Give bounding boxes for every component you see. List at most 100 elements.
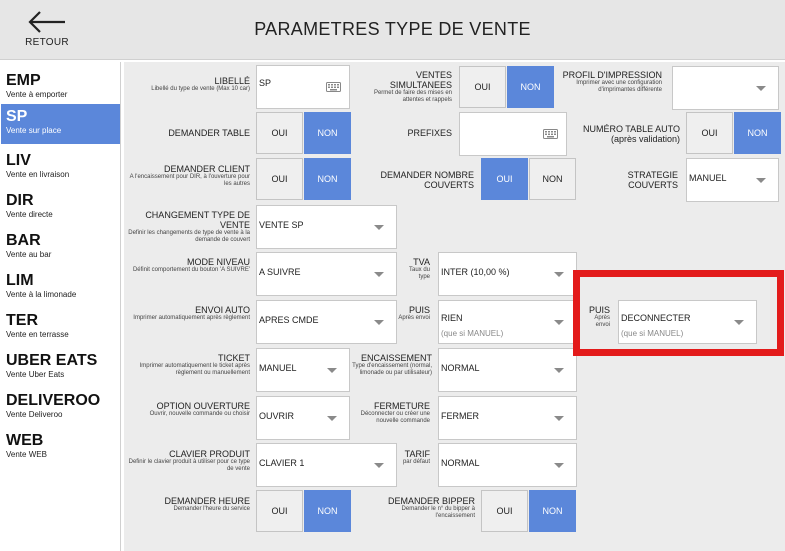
fermeture-desc: Déconnecter ou créer une nouvelle comman… — [360, 411, 430, 424]
profil-impression-label: PROFIL D'IMPRESSION Imprimer avec une co… — [560, 70, 662, 94]
changement-type-vente-value: VENTE SP — [259, 220, 304, 230]
chevron-down-icon — [554, 463, 564, 468]
sidebar-item-deliveroo[interactable]: DELIVEROO Vente Deliveroo — [1, 388, 120, 428]
ventes-simultanees-oui-button[interactable]: OUI — [459, 66, 506, 108]
puis-hint: (que si MANUEL) — [441, 329, 504, 338]
ticket-select[interactable]: MANUEL — [256, 348, 350, 392]
mode-niveau-value: A SUIVRE — [259, 267, 301, 277]
prefixes-input[interactable] — [459, 112, 567, 156]
page-title: PARAMETRES TYPE DE VENTE — [254, 19, 531, 39]
encaissement-select[interactable]: NORMAL — [438, 348, 577, 392]
fermeture-label: FERMETURE Déconnecter ou créer une nouve… — [360, 401, 430, 425]
demander-heure-non-button[interactable]: NON — [304, 490, 351, 532]
header-bar: RETOUR PARAMETRES TYPE DE VENTE — [0, 0, 785, 60]
ventes-simultanees-label: VENTES SIMULTANEES Permet de faire des m… — [352, 70, 452, 104]
mode-niveau-select[interactable]: A SUIVRE — [256, 252, 397, 296]
sidebar-item-sp[interactable]: SP Vente sur place — [1, 104, 120, 144]
demander-nombre-couverts-oui-button[interactable]: OUI — [481, 158, 528, 200]
libelle-input[interactable]: SP — [256, 65, 350, 109]
sidebar-item-label: Vente à la limonade — [6, 290, 77, 299]
tarif-select[interactable]: NORMAL — [438, 443, 577, 487]
chevron-down-icon — [554, 320, 564, 325]
sidebar-item-label: Vente en livraison — [6, 170, 70, 179]
mode-niveau-desc: Définit comportement du bouton 'A SUIVRE… — [132, 267, 250, 273]
envoi-auto-select[interactable]: APRES CMDE — [256, 300, 397, 344]
sidebar-item-code: WEB — [6, 432, 44, 449]
changement-type-vente-select[interactable]: VENTE SP — [256, 205, 397, 249]
mode-niveau-title: MODE NIVEAU — [186, 257, 250, 267]
fermeture-title: FERMETURE — [374, 401, 430, 411]
ventes-simultanees-non-button[interactable]: NON — [507, 66, 554, 108]
sidebar-item-uber-eats[interactable]: UBER EATS Vente Uber Eats — [1, 348, 120, 388]
demander-nombre-couverts-non-button[interactable]: NON — [529, 158, 576, 200]
sidebar-item-liv[interactable]: LIV Vente en livraison — [1, 148, 120, 188]
sidebar-item-code: TER — [6, 312, 38, 329]
sidebar-item-label: Vente sur place — [6, 126, 62, 135]
sidebar-item-label: Vente Deliveroo — [6, 410, 63, 419]
demander-client-oui-button[interactable]: OUI — [256, 158, 303, 200]
sidebar-item-label: Vente en terrasse — [6, 330, 69, 339]
sidebar-item-dir[interactable]: DIR Vente directe — [1, 188, 120, 228]
tva-select[interactable]: INTER (10,00 %) — [438, 252, 577, 296]
chevron-down-icon — [327, 368, 337, 373]
sidebar-item-lim[interactable]: LIM Vente à la limonade — [1, 268, 120, 308]
puis-select[interactable]: RIEN (que si MANUEL) — [438, 300, 577, 344]
keyboard-icon — [543, 129, 558, 139]
puis-desc: Après envoi — [398, 315, 430, 321]
chevron-down-icon — [374, 225, 384, 230]
sidebar-item-code: LIM — [6, 272, 34, 289]
envoi-auto-label: ENVOI AUTO Imprimer automatiquement aprè… — [126, 305, 250, 322]
puis-label: PUIS Après envoi — [398, 305, 430, 322]
numero-table-auto-desc: (après validation) — [610, 134, 680, 144]
sidebar-item-code: DELIVEROO — [6, 392, 101, 409]
demander-heure-oui-button[interactable]: OUI — [256, 490, 303, 532]
chevron-down-icon — [554, 272, 564, 277]
sidebar-item-label: Vente WEB — [6, 450, 47, 459]
numero-table-auto-title: NUMÉRO TABLE AUTO — [582, 124, 680, 134]
tva-label: TVA Taux du type — [398, 257, 430, 281]
demander-bipper-oui-button[interactable]: OUI — [481, 490, 528, 532]
libelle-value: SP — [259, 78, 272, 88]
envoi-auto-value: APRES CMDE — [259, 315, 319, 325]
changement-type-vente-label: CHANGEMENT TYPE DE VENTE Definir les cha… — [126, 210, 250, 244]
clavier-produit-select[interactable]: CLAVIER 1 — [256, 443, 397, 487]
sales-type-sidebar: EMP Vente à emporter SP Vente sur place … — [0, 62, 121, 551]
sidebar-item-ter[interactable]: TER Vente en terrasse — [1, 308, 120, 348]
ticket-value: MANUEL — [259, 363, 297, 373]
sidebar-item-bar[interactable]: BAR Vente au bar — [1, 228, 120, 268]
sidebar-item-label: Vente à emporter — [6, 90, 68, 99]
profil-impression-select[interactable] — [672, 66, 779, 110]
chevron-down-icon — [554, 368, 564, 373]
ventes-simultanees-title: VENTES SIMULTANEES — [389, 70, 452, 90]
demander-bipper-non-button[interactable]: NON — [529, 490, 576, 532]
numero-table-auto-oui-button[interactable]: OUI — [686, 112, 733, 154]
option-ouverture-select[interactable]: OUVRIR — [256, 396, 350, 440]
demander-client-title: DEMANDER CLIENT — [163, 164, 250, 174]
changement-type-vente-desc: Definir les changements de type de vente… — [128, 230, 250, 243]
demander-table-oui-button[interactable]: OUI — [256, 112, 303, 154]
encaissement-title: ENCAISSEMENT — [360, 353, 432, 363]
demander-client-label: DEMANDER CLIENT A l'encaissement pour DI… — [126, 164, 250, 188]
encaissement-desc: Type d'encaissement (normal, limonade ou… — [352, 363, 432, 376]
numero-table-auto-non-button[interactable]: NON — [734, 112, 781, 154]
ticket-title: TICKET — [217, 353, 250, 363]
fermeture-select[interactable]: FERMER — [438, 396, 577, 440]
strategie-couverts-select[interactable]: MANUEL — [686, 158, 779, 202]
tarif-title: TARIF — [404, 449, 430, 459]
demander-client-non-button[interactable]: NON — [304, 158, 351, 200]
prefixes-label: PREFIXES — [352, 128, 452, 138]
sidebar-item-web[interactable]: WEB Vente WEB — [1, 428, 120, 468]
demander-nombre-couverts-title: DEMANDER NOMBRE COUVERTS — [380, 170, 474, 190]
demander-table-title: DEMANDER TABLE — [168, 128, 250, 138]
demander-bipper-title: DEMANDER BIPPER — [387, 496, 475, 506]
strategie-couverts-label: STRATEGIE COUVERTS — [600, 170, 678, 190]
chevron-down-icon — [327, 416, 337, 421]
demander-table-non-button[interactable]: NON — [304, 112, 351, 154]
option-ouverture-label: OPTION OUVERTURE Ouvrir, nouvelle comman… — [126, 401, 250, 418]
tva-desc: Taux du type — [408, 267, 430, 280]
sidebar-item-emp[interactable]: EMP Vente à emporter — [1, 68, 120, 108]
sidebar-item-code: EMP — [6, 72, 41, 89]
libelle-title: LIBELLÉ — [214, 76, 250, 86]
chevron-down-icon — [756, 86, 766, 91]
mode-niveau-label: MODE NIVEAU Définit comportement du bout… — [126, 257, 250, 274]
